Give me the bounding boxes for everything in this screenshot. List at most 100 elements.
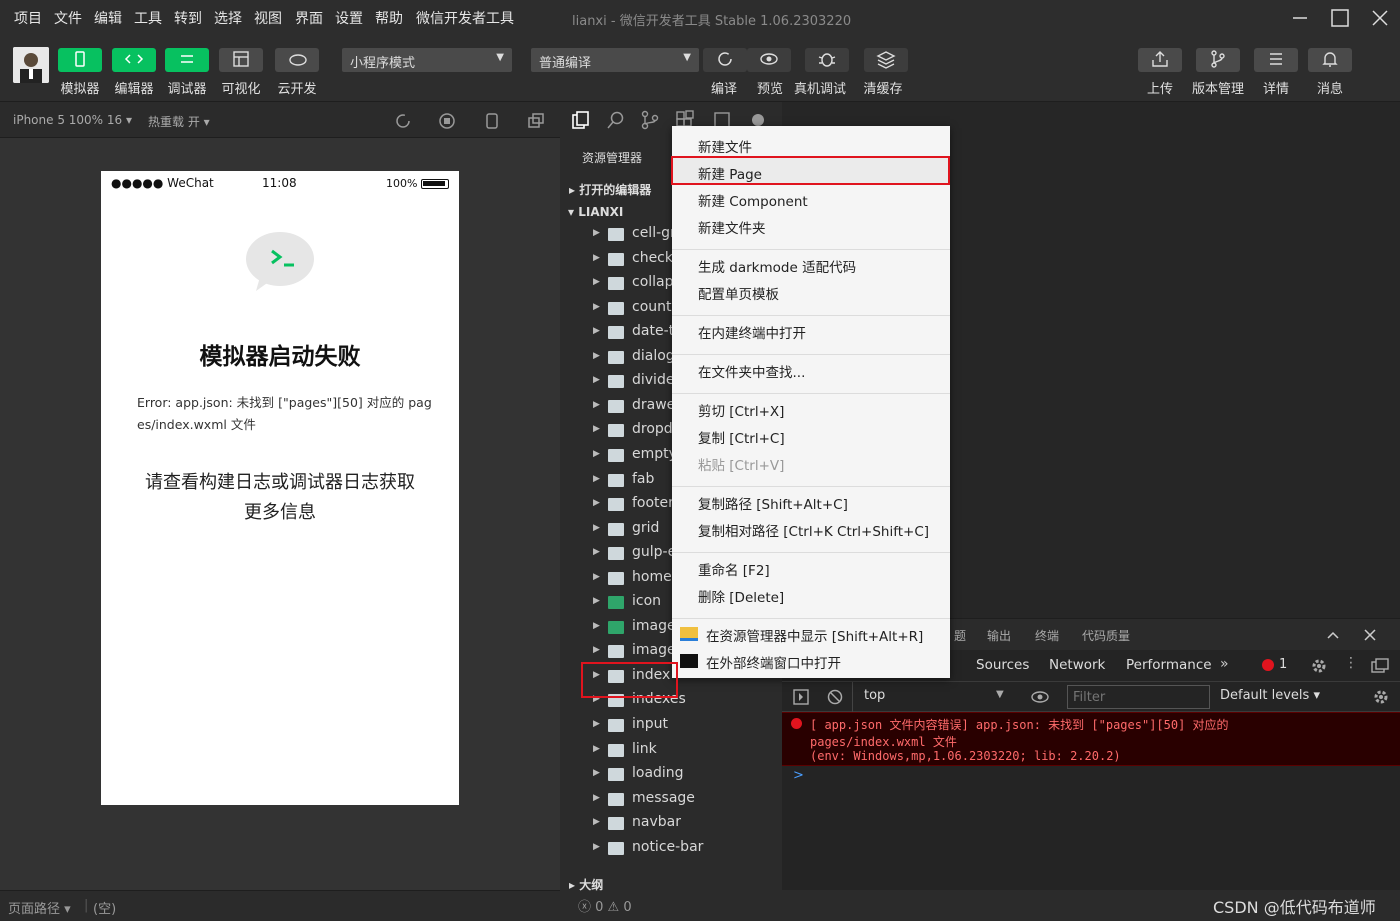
context-menu-item[interactable]: 复制路径 [Shift+Alt+C] bbox=[698, 493, 848, 513]
panel-tab[interactable]: 终端 bbox=[1035, 627, 1059, 644]
eye-button[interactable] bbox=[747, 48, 791, 72]
folder-icon bbox=[680, 627, 698, 641]
device-icon[interactable] bbox=[483, 112, 501, 130]
project-section[interactable]: ▾ LIANXI bbox=[568, 205, 623, 219]
chevron-up-icon[interactable] bbox=[1326, 628, 1340, 642]
stop-icon[interactable] bbox=[438, 112, 456, 130]
debug-button[interactable] bbox=[165, 48, 209, 72]
context-menu-item[interactable]: 在内建终端中打开 bbox=[698, 322, 806, 342]
console-input[interactable]: > bbox=[782, 766, 1400, 890]
mode-select[interactable]: 小程序模式 ▼ bbox=[342, 48, 512, 72]
tree-item-label: link bbox=[632, 740, 657, 757]
devtools-tab[interactable]: Performance bbox=[1126, 657, 1212, 673]
console-error-message[interactable]: [ app.json 文件内容错误] app.json: 未找到 ["pages… bbox=[782, 712, 1400, 766]
levels-select[interactable]: Default levels ▾ bbox=[1220, 688, 1320, 703]
console-settings-icon[interactable] bbox=[1372, 688, 1390, 706]
tree-item-folder[interactable]: ▶ message bbox=[560, 788, 782, 812]
menu-item[interactable]: 微信开发者工具 bbox=[416, 8, 514, 28]
menu-item[interactable]: 转到 bbox=[174, 8, 202, 28]
layout-button[interactable] bbox=[219, 48, 263, 72]
filter-input[interactable] bbox=[1067, 685, 1210, 709]
context-menu-item[interactable]: 在外部终端窗口中打开 bbox=[706, 652, 841, 672]
rotate-icon[interactable] bbox=[394, 112, 412, 130]
terminal-icon bbox=[680, 654, 698, 668]
folder-icon bbox=[608, 768, 624, 782]
context-menu-item[interactable]: 新建文件夹 bbox=[698, 217, 766, 237]
branch-button[interactable] bbox=[1196, 48, 1240, 72]
dock-icon[interactable] bbox=[1370, 657, 1390, 675]
device-select[interactable]: iPhone 5 100% 16 ▾ bbox=[13, 113, 132, 127]
close-panel-icon[interactable] bbox=[1363, 628, 1377, 642]
tree-item-folder[interactable]: ▶ loading bbox=[560, 763, 782, 787]
folder-icon bbox=[608, 792, 624, 806]
source-control-icon[interactable] bbox=[640, 110, 660, 130]
bug-button[interactable] bbox=[805, 48, 849, 72]
more-tabs-icon[interactable]: » bbox=[1220, 656, 1229, 672]
context-menu-item[interactable]: 复制 [Ctrl+C] bbox=[698, 427, 785, 447]
context-menu-item: 粘贴 [Ctrl+V] bbox=[698, 458, 785, 474]
layers-button[interactable] bbox=[864, 48, 908, 72]
context-menu-item[interactable]: 复制相对路径 [Ctrl+K Ctrl+Shift+C] bbox=[698, 520, 929, 540]
panel-tab[interactable]: 题 bbox=[954, 627, 966, 644]
context-menu-item[interactable]: 配置单页模板 bbox=[698, 283, 779, 303]
highlight-index-folder bbox=[581, 662, 678, 698]
compile-select[interactable]: 普通编译 ▼ bbox=[531, 48, 699, 72]
eye-icon[interactable] bbox=[1030, 688, 1050, 706]
menu-item[interactable]: 视图 bbox=[254, 8, 282, 28]
devtools-tab[interactable]: Sources bbox=[976, 657, 1029, 673]
error-count[interactable]: 1 bbox=[1279, 657, 1287, 672]
maximize-icon[interactable] bbox=[1328, 6, 1352, 30]
chevron-right-icon: ▶ bbox=[593, 473, 600, 484]
menu-item[interactable]: 帮助 bbox=[375, 8, 403, 28]
context-menu-item[interactable]: 在资源管理器中显示 [Shift+Alt+R] bbox=[706, 625, 923, 645]
context-menu-item[interactable]: 剪切 [Ctrl+X] bbox=[698, 400, 784, 420]
panel-tab[interactable]: 代码质量 bbox=[1082, 627, 1130, 644]
open-editors-section[interactable]: ▸ 打开的编辑器 bbox=[569, 181, 651, 198]
popout-icon[interactable] bbox=[527, 112, 545, 130]
phone-button[interactable] bbox=[58, 48, 102, 72]
avatar[interactable] bbox=[13, 47, 49, 83]
tree-item-folder[interactable]: ▶ notice-bar bbox=[560, 837, 782, 861]
menu-item[interactable]: 文件 bbox=[54, 8, 82, 28]
menu-item[interactable]: 项目 bbox=[14, 8, 42, 28]
outline-section[interactable]: ▸ 大纲 bbox=[569, 876, 603, 893]
files-icon[interactable] bbox=[570, 110, 590, 130]
clear-console-icon[interactable] bbox=[826, 688, 844, 706]
menu-separator bbox=[672, 315, 950, 316]
cloud-button[interactable] bbox=[275, 48, 319, 72]
toolbar-label: 预览 bbox=[756, 82, 783, 97]
upload-button[interactable] bbox=[1138, 48, 1182, 72]
kebab-menu-icon[interactable]: ⋮ bbox=[1344, 655, 1358, 671]
context-menu-item[interactable]: 新建 Component bbox=[698, 190, 808, 210]
menu-item[interactable]: 工具 bbox=[134, 8, 162, 28]
minimize-icon[interactable] bbox=[1288, 6, 1312, 30]
menu-item[interactable]: 编辑 bbox=[94, 8, 122, 28]
menu-item[interactable]: 选择 bbox=[214, 8, 242, 28]
simulator-screen[interactable]: ●●●●● WeChat 11:08 100% 模拟器启动失败 Error: a… bbox=[101, 171, 459, 805]
console-toolbar: top▼ Default levels ▾ bbox=[782, 682, 1400, 712]
settings-icon[interactable] bbox=[1310, 657, 1328, 675]
devtools-tab[interactable]: Network bbox=[1049, 657, 1105, 673]
search-icon[interactable] bbox=[606, 110, 626, 130]
context-menu-item[interactable]: 删除 [Delete] bbox=[698, 586, 784, 606]
context-menu-item[interactable]: 生成 darkmode 适配代码 bbox=[698, 256, 856, 276]
code-button[interactable] bbox=[112, 48, 156, 72]
sidebar-toggle-icon[interactable] bbox=[792, 688, 810, 706]
menu-button[interactable] bbox=[1254, 48, 1298, 72]
close-icon[interactable] bbox=[1368, 6, 1392, 30]
tree-item-folder[interactable]: ▶ link bbox=[560, 739, 782, 763]
problems-status[interactable]: ⓧ 0 ⚠ 0 bbox=[578, 896, 632, 915]
refresh-button[interactable] bbox=[703, 48, 747, 72]
page-path-select[interactable]: 页面路径 ▾ bbox=[8, 898, 71, 917]
context-menu-item[interactable]: 在文件夹中查找... bbox=[698, 361, 805, 381]
panel-tab[interactable]: 输出 bbox=[987, 627, 1011, 644]
context-menu-item[interactable]: 重命名 [F2] bbox=[698, 559, 770, 579]
bell-button[interactable] bbox=[1308, 48, 1352, 72]
tree-item-folder[interactable]: ▶ navbar bbox=[560, 812, 782, 836]
menu-item[interactable]: 界面 bbox=[295, 8, 323, 28]
tree-item-folder[interactable]: ▶ input bbox=[560, 714, 782, 738]
menu-item[interactable]: 设置 bbox=[335, 8, 363, 28]
context-select[interactable]: top ▼ bbox=[864, 688, 1010, 703]
hot-reload-toggle[interactable]: 热重载 开 ▾ bbox=[148, 113, 210, 130]
context-menu-item[interactable]: 新建文件 bbox=[698, 136, 752, 156]
